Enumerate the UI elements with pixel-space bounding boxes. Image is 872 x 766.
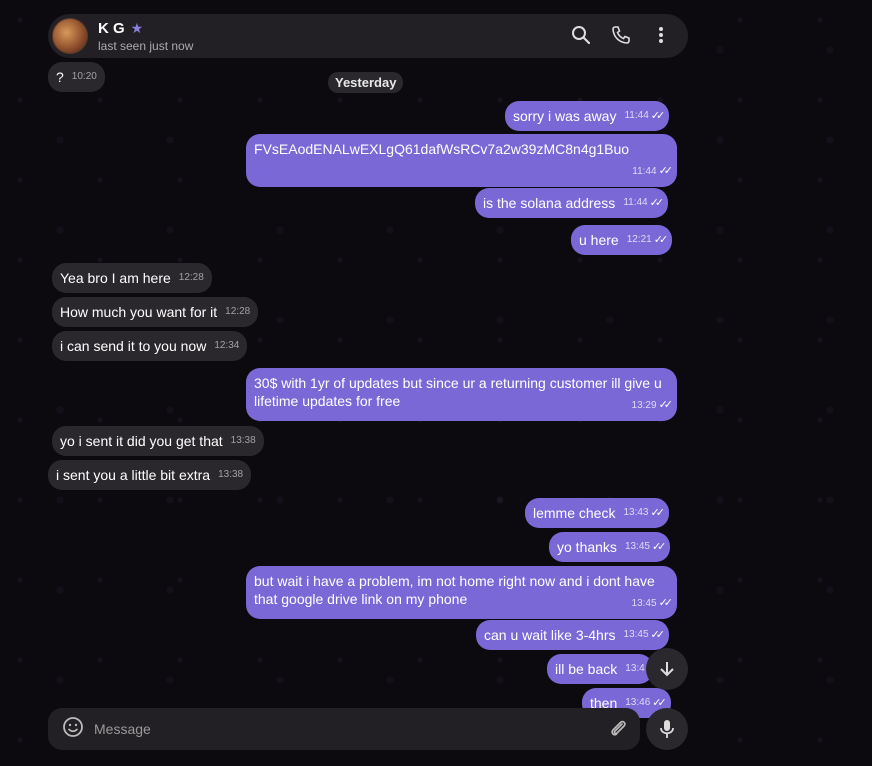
message-time: 11:44 [623,197,648,208]
message-incoming[interactable]: yo i sent it did you get that 13:38 [52,426,264,456]
message-outgoing[interactable]: u here 12:21 ✓✓ [571,225,673,255]
message-incoming[interactable]: How much you want for it 12:28 [52,297,259,327]
read-check-icon: ✓✓ [650,507,666,519]
chat-header[interactable]: K G ★ last seen just now [48,14,688,58]
message-text: i can send it to you now [60,338,207,354]
message-time: 11:44 [624,110,649,121]
message-text: yo thanks [557,539,617,555]
message-outgoing[interactable]: 30$ with 1yr of updates but since ur a r… [246,368,677,421]
message-time: 11:44 [632,166,657,177]
message-outgoing[interactable]: is the solana address 11:44 ✓✓ [475,188,669,218]
read-check-icon: ✓✓ [658,165,674,177]
message-outgoing[interactable]: but wait i have a problem, im not home r… [246,566,677,619]
message-composer[interactable] [48,708,640,750]
message-time: 13:45 [624,541,650,552]
read-check-icon: ✓✓ [650,629,666,641]
message-text: ill be back [555,661,618,677]
avatar[interactable] [52,18,88,54]
last-seen-status: last seen just now [98,38,194,53]
message-time: 12:28 [225,306,251,317]
message-incoming[interactable]: Yea bro I am here 12:28 [52,263,212,293]
message-text: FVsEAodENALwEXLgQ61dafWsRCv7a2w39zMC8n4g… [254,141,630,157]
message-time: 13:4 [625,663,645,674]
message-time: 13:45 [631,598,657,609]
message-text: is the solana address [483,195,616,211]
message-text: How much you want for it [60,304,218,320]
read-check-icon: ✓✓ [658,399,674,411]
emoji-icon[interactable] [62,716,84,743]
attach-icon[interactable] [608,718,628,745]
message-outgoing[interactable]: yo thanks 13:45 ✓✓ [549,532,671,562]
message-incoming[interactable]: i can send it to you now 12:34 [52,331,248,361]
read-check-icon: ✓✓ [658,597,674,609]
message-time: 12:34 [214,340,240,351]
read-check-icon: ✓✓ [649,197,665,209]
message-incoming[interactable]: i sent you a little bit extra 13:38 [48,460,252,490]
message-text: ? [56,69,64,85]
voice-record-button[interactable] [646,708,688,750]
message-time: 13:29 [631,400,657,411]
phone-icon[interactable] [610,24,632,46]
message-time: 13:43 [623,507,649,518]
message-input[interactable] [94,721,574,737]
message-time: 10:20 [71,71,97,82]
message-time: 13:45 [623,629,649,640]
message-text: i sent you a little bit extra [56,467,211,483]
message-incoming[interactable]: ? 10:20 [48,62,105,92]
message-text: u here [579,232,619,248]
message-time: 12:28 [178,272,204,283]
star-icon: ★ [130,19,144,36]
date-separator: Yesterday [328,72,404,93]
more-options-icon[interactable] [650,24,672,46]
contact-info[interactable]: K G ★ last seen just now [98,20,193,53]
message-text: sorry i was away [513,108,617,124]
message-text: yo i sent it did you get that [60,433,223,449]
message-outgoing[interactable]: sorry i was away 11:44 ✓✓ [505,101,670,131]
search-icon[interactable] [570,24,592,46]
message-text: lemme check [533,505,616,521]
message-outgoing[interactable]: can u wait like 3-4hrs 13:45 ✓✓ [476,620,669,650]
message-outgoing[interactable]: lemme check 13:43 ✓✓ [525,498,669,528]
scroll-to-bottom-button[interactable] [646,648,688,690]
microphone-icon [660,720,674,738]
message-outgoing[interactable]: FVsEAodENALwEXLgQ61dafWsRCv7a2w39zMC8n4g… [246,134,677,187]
message-time: 12:21 [626,234,652,245]
message-outgoing[interactable]: ill be back 13:4 [547,654,653,684]
read-check-icon: ✓✓ [651,541,667,553]
message-time: 13:38 [230,435,256,446]
contact-name: K G [98,19,125,37]
message-text: Yea bro I am here [60,270,171,286]
arrow-down-icon [660,662,674,677]
message-time: 13:38 [218,469,244,480]
message-text: can u wait like 3-4hrs [484,627,616,643]
read-check-icon: ✓✓ [650,110,666,122]
read-check-icon: ✓✓ [653,234,669,246]
